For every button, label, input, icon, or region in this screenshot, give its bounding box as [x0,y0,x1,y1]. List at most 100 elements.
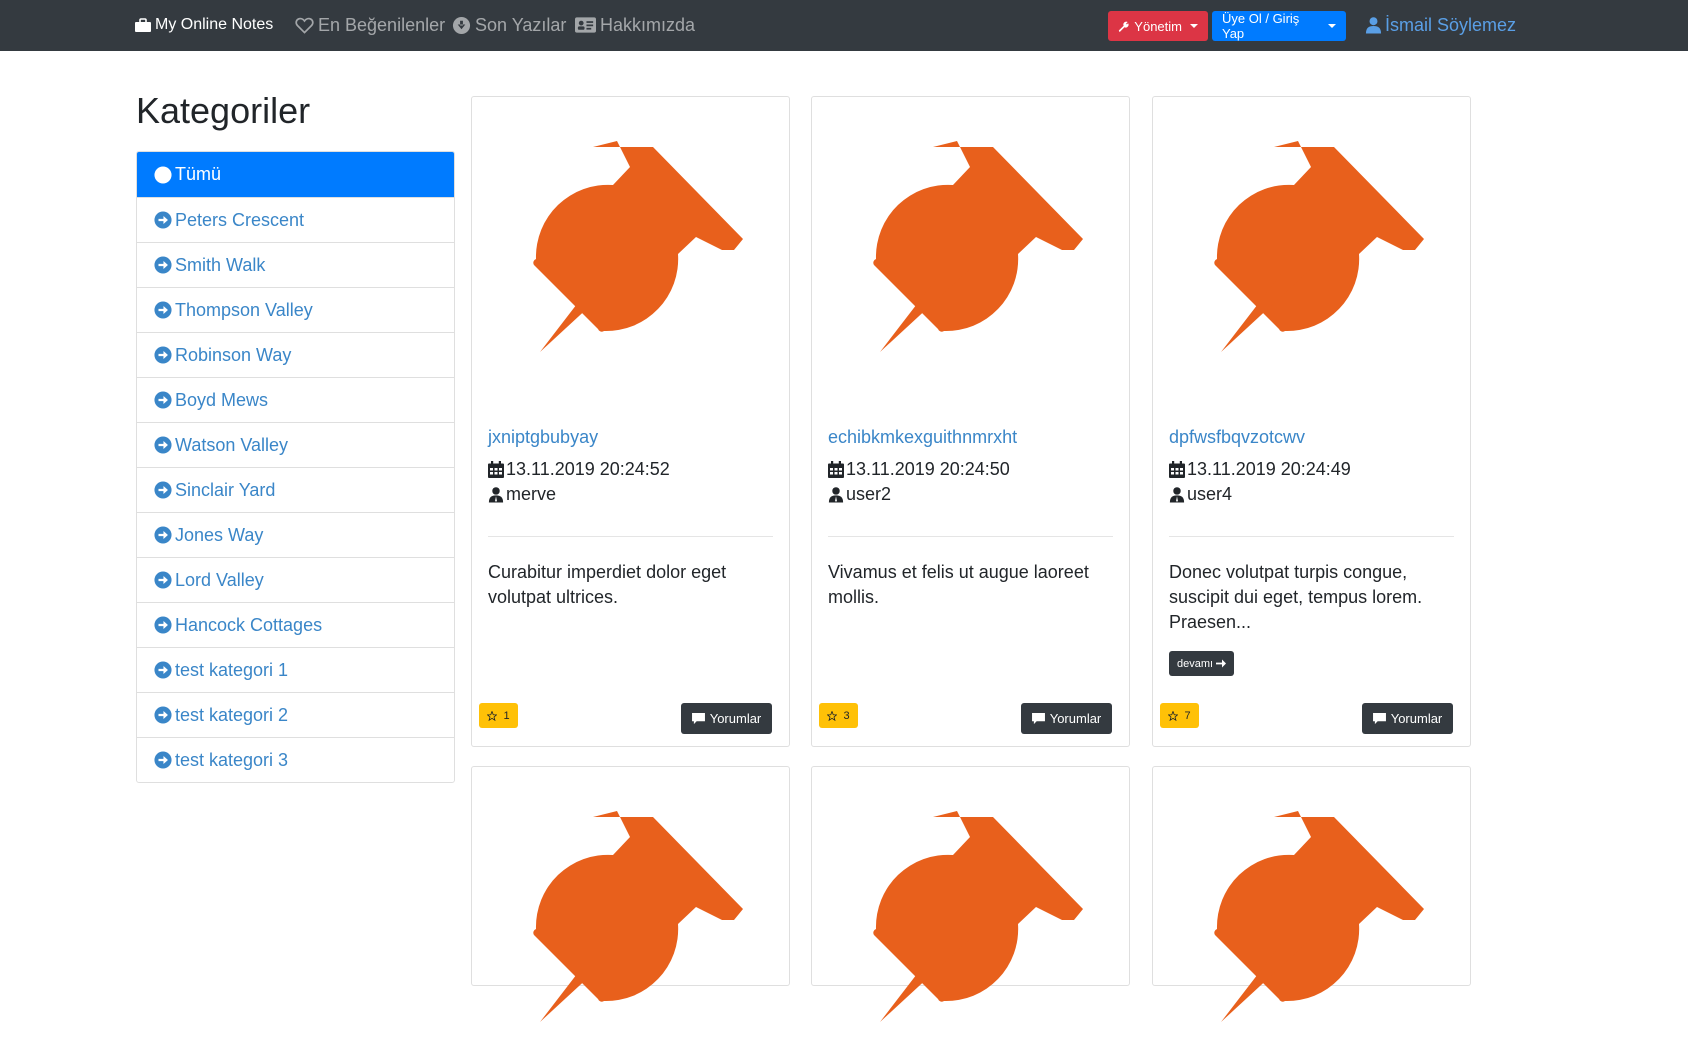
pushpin-icon [533,141,743,352]
comment-icon [691,712,705,724]
sidebar-category-item[interactable]: Jones Way [137,512,454,557]
sidebar-category-item[interactable]: Lord Valley [137,557,454,602]
admin-dropdown-label: Yönetim [1134,18,1182,34]
note-author: user4 [1169,484,1232,505]
note-title-link[interactable]: dpfwsfbqvzotcwv [1169,427,1305,448]
pushpin-icon [1214,141,1424,352]
comment-icon [1031,712,1045,724]
arrow-circle-right-icon [154,211,172,229]
note-card: echibkmkexguithnmrxht 13.11.2019 20:24:50… [811,96,1130,747]
calendar-icon [828,461,844,478]
arrow-circle-right-icon [154,301,172,319]
comments-label: Yorumlar [1390,711,1443,726]
arrow-circle-right-icon [154,661,172,679]
note-card [471,766,790,1022]
comments-button[interactable]: Yorumlar [681,703,772,734]
nav-favorites-link[interactable]: En Beğenilenler [295,14,445,36]
user-icon [488,487,504,503]
sidebar-category-item[interactable]: Smith Walk [137,242,454,287]
categories-title: Kategoriler [136,90,311,131]
sidebar-category-label: Sinclair Yard [175,479,276,500]
read-more-label: devamı [1177,657,1214,670]
arrow-circle-right-icon [154,571,172,589]
arrow-circle-right-icon [154,706,172,724]
comments-button[interactable]: Yorumlar [1362,703,1453,734]
star-icon [1168,710,1179,721]
calendar-icon [488,461,504,478]
category-list: Tümü Peters Crescent Smith Walk Thompson Va… [136,151,455,783]
note-author: user2 [828,484,891,505]
sidebar-category-label: Peters Crescent [175,209,305,230]
note-date-text: 13.11.2019 20:24:49 [1187,459,1351,479]
nav-user-link[interactable]: İsmail Söylemez [1365,14,1516,36]
like-count-badge[interactable]: 1 [479,703,518,728]
like-count-badge[interactable]: 3 [819,703,858,728]
note-date-text: 13.11.2019 20:24:52 [506,459,670,479]
admin-dropdown-button[interactable]: Yönetim [1108,11,1208,41]
note-date: 13.11.2019 20:24:49 [1169,459,1351,480]
top-navbar: My Online Notes En Beğenilenler Son Yazı… [0,0,1688,51]
nav-latest-label: Son Yazılar [475,14,567,35]
sidebar-category-item[interactable]: test kategori 1 [137,647,454,692]
sidebar-category-item[interactable]: Watson Valley [137,422,454,467]
heart-icon [295,17,314,34]
pushpin-icon [1214,811,1424,1022]
arrow-circle-down-icon [452,16,471,34]
sidebar-category-label: Jones Way [175,524,264,545]
note-card [811,766,1130,1022]
sidebar-category-item[interactable]: Thompson Valley [137,287,454,332]
sidebar-category-label: Smith Walk [175,254,266,275]
caret-down-icon [1328,24,1336,28]
login-dropdown-button[interactable]: Üye Ol / Giriş Yap [1212,11,1346,41]
like-count: 3 [843,709,850,722]
nav-latest-link[interactable]: Son Yazılar [452,14,566,36]
sidebar-category-item[interactable]: Sinclair Yard [137,467,454,512]
comment-icon [1372,712,1386,724]
sidebar-category-label: Hancock Cottages [175,614,323,635]
caret-down-icon [1190,24,1198,28]
sidebar-category-item[interactable]: Tümü [137,152,454,197]
arrow-circle-right-icon [154,165,172,184]
note-text: Vivamus et felis ut augue laoreet mollis… [828,562,1089,607]
sidebar-category-label: test kategori 1 [175,659,289,680]
comments-label: Yorumlar [1049,711,1102,726]
like-count: 1 [503,709,510,722]
nav-about-link[interactable]: Hakkımızda [575,14,695,36]
card-divider [1169,536,1454,537]
pushpin-icon [873,811,1083,1022]
note-card: dpfwsfbqvzotcwv 13.11.2019 20:24:49 user4 D… [1152,96,1471,747]
note-card: jxniptgbubyay 13.11.2019 20:24:52 merve Cur… [471,96,790,747]
pushpin-icon [533,811,743,1022]
brand-link[interactable]: My Online Notes [135,14,273,36]
note-author: merve [488,484,556,505]
sidebar-category-label: Watson Valley [175,434,289,455]
comments-label: Yorumlar [709,711,762,726]
card-divider [828,536,1113,537]
arrow-circle-right-icon [154,526,172,544]
sidebar-category-item[interactable]: test kategori 2 [137,692,454,737]
star-icon [827,710,838,721]
sidebar-category-item[interactable]: Peters Crescent [137,197,454,242]
sidebar-category-item[interactable]: Hancock Cottages [137,602,454,647]
sidebar-category-label: Robinson Way [175,344,292,365]
sidebar-category-item[interactable]: test kategori 3 [137,737,454,782]
arrow-circle-right-icon [154,346,172,364]
wrench-icon [1118,21,1129,32]
id-card-icon [575,17,596,33]
sidebar-category-label: Boyd Mews [175,389,269,410]
like-count-badge[interactable]: 7 [1160,703,1199,728]
note-title-link[interactable]: echibkmkexguithnmrxht [828,427,1017,448]
user-icon [1169,487,1185,503]
user-icon [828,487,844,503]
sidebar-category-item[interactable]: Boyd Mews [137,377,454,422]
read-more-button[interactable]: devamı [1169,651,1235,676]
note-text: Curabitur imperdiet dolor eget volutpat … [488,562,727,607]
note-date: 13.11.2019 20:24:50 [828,459,1010,480]
note-title-link[interactable]: jxniptgbubyay [488,427,598,448]
sidebar-category-item[interactable]: Robinson Way [137,332,454,377]
sidebar-category-label: Lord Valley [175,569,264,590]
nav-about-label: Hakkımızda [600,14,696,35]
note-card [1152,766,1471,1022]
comments-button[interactable]: Yorumlar [1021,703,1112,734]
note-author-text: merve [506,484,557,504]
